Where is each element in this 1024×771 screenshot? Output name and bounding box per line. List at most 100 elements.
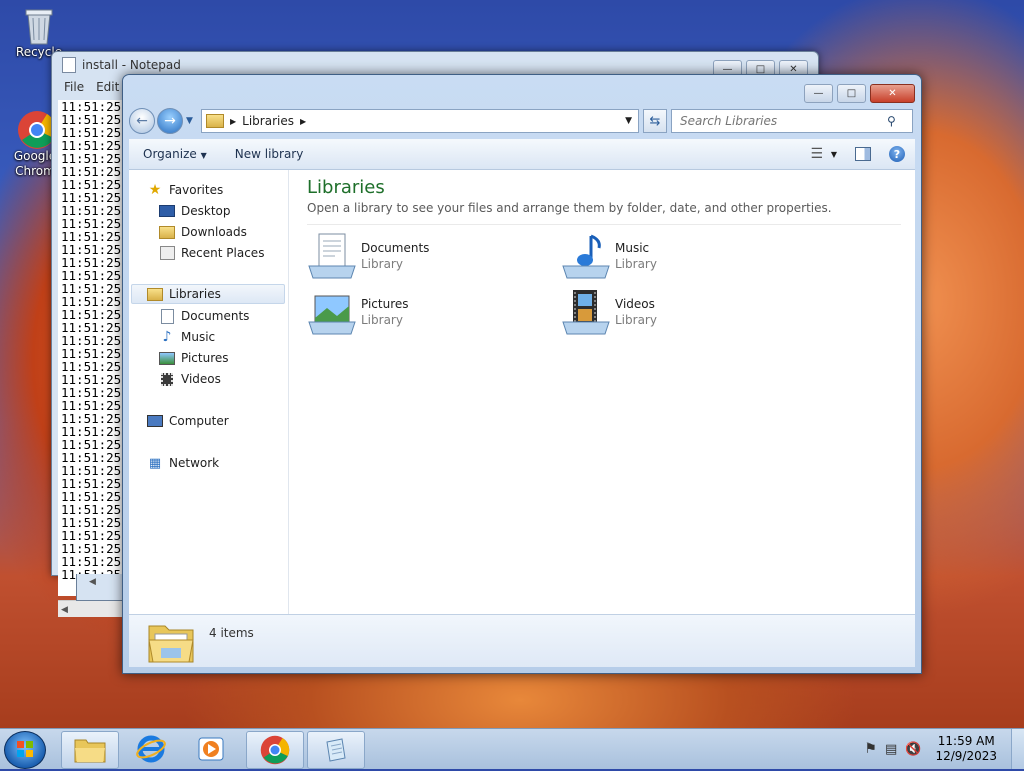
pictures-icon [159,350,175,366]
music-library-icon [562,234,610,279]
nav-recent-places[interactable]: Recent Places [159,243,264,263]
library-music[interactable]: Music Library [561,232,657,280]
explorer-content: ★ Favorites Desktop Downloads Recent Pla… [129,170,915,614]
breadcrumb-separator-icon[interactable]: ▶ [300,117,306,126]
notepad-menubar: File Edit [58,80,119,100]
explorer-window[interactable]: — □ ✕ ← → ▼ ▶ Libraries ▶ ▼ ⇆ ⚲ Organize… [122,74,922,674]
nav-label: Downloads [181,225,247,239]
videos-library-icon [562,290,610,335]
page-description: Open a library to see your files and arr… [307,201,832,215]
nav-music[interactable]: ♪ Music [159,327,216,347]
notepad-icon [326,738,346,762]
menu-file[interactable]: File [64,80,84,100]
desktop-icon [159,203,175,219]
nav-label: Network [169,456,220,470]
item-count: 4 items [209,626,254,640]
nav-label: Computer [169,414,229,428]
background-window-edge: ◀ [76,574,124,601]
scroll-left-icon[interactable]: ◀ [61,605,68,615]
preview-pane-button[interactable] [855,147,871,161]
recent-pages-dropdown-icon[interactable]: ▼ [186,116,193,126]
taskbar-chrome[interactable] [246,731,304,769]
nav-computer[interactable]: Computer [147,411,229,431]
library-name: Videos [615,297,655,311]
library-videos[interactable]: Videos Library [561,288,657,336]
divider [307,224,901,225]
change-view-button[interactable]: ☰ [810,146,823,162]
address-row: ← → ▼ ▶ Libraries ▶ ▼ ⇆ ⚲ [129,107,915,135]
notepad-icon [62,57,76,73]
explorer-window-controls: — □ ✕ [804,84,915,103]
nav-label: Videos [181,372,221,386]
address-dropdown-icon[interactable]: ▼ [625,116,632,126]
nav-libraries[interactable]: Libraries [131,284,285,304]
nav-pictures[interactable]: Pictures [159,348,229,368]
maximize-button[interactable]: □ [837,84,866,103]
taskbar-media-player[interactable] [195,733,227,765]
nav-downloads[interactable]: Downloads [159,222,247,242]
view-options-dropdown-icon[interactable]: ▼ [831,150,837,159]
chrome-icon [17,110,56,149]
nav-favorites[interactable]: ★ Favorites [147,180,224,200]
arrow-right-icon: → [164,113,176,129]
breadcrumb-libraries[interactable]: Libraries [242,114,294,128]
chrome-icon [260,735,290,765]
documents-icon [159,308,175,324]
nav-label: Recent Places [181,246,265,260]
nav-videos[interactable]: Videos [159,369,221,389]
nav-label: Documents [181,309,250,323]
start-button[interactable] [4,731,46,769]
notepad-text-area[interactable]: 11:51:25 11:51:25 11:51:25 11:51:25 11:51:25… [58,100,131,596]
help-button[interactable]: ? [889,146,905,162]
library-pictures[interactable]: Pictures Library [307,288,409,336]
breadcrumb-separator-icon[interactable]: ▶ [230,117,236,126]
organize-button[interactable]: Organize ▼ [129,147,221,161]
minimize-button[interactable]: — [804,84,833,103]
navigation-pane[interactable]: ★ Favorites Desktop Downloads Recent Pla… [129,170,289,614]
search-box[interactable]: ⚲ [671,109,913,133]
menu-edit[interactable]: Edit [96,80,119,100]
volume-muted-icon[interactable]: 🔇 [905,742,921,757]
horizontal-scrollbar[interactable]: ◀ [58,600,128,617]
nav-label: Libraries [169,287,221,301]
scroll-left-icon[interactable]: ◀ [89,577,96,587]
refresh-button[interactable]: ⇆ [643,109,667,133]
show-desktop-button[interactable] [1011,729,1024,769]
action-center-flag-icon[interactable]: ⚑ [864,741,877,757]
computer-icon [147,413,163,429]
recycle-bin-icon [21,6,57,45]
media-player-icon [198,737,224,761]
libraries-icon [147,286,163,302]
new-library-button[interactable]: New library [221,147,318,161]
taskbar-internet-explorer[interactable] [135,733,167,765]
library-documents[interactable]: Documents Library [307,232,429,280]
nav-documents[interactable]: Documents [159,306,249,326]
library-type: Library [361,257,403,271]
back-button[interactable]: ← [129,108,155,134]
nav-network[interactable]: ▦ Network [147,453,219,473]
forward-button[interactable]: → [157,108,183,134]
system-tray: ⚑ ▤ 🔇 11:59 AM 12/9/2023 [860,729,1024,769]
nav-desktop[interactable]: Desktop [159,201,231,221]
windows-logo-icon [17,741,33,757]
chevron-down-icon: ▼ [200,151,207,160]
search-input[interactable] [678,113,887,129]
library-type: Library [615,257,657,271]
refresh-icon: ⇆ [649,113,661,129]
clock[interactable]: 11:59 AM 12/9/2023 [935,734,997,764]
search-icon[interactable]: ⚲ [887,114,896,128]
clock-time: 11:59 AM [937,734,995,748]
details-pane: 4 items [129,614,915,667]
libraries-folder-icon [206,114,224,128]
taskbar-notepad[interactable] [307,731,365,769]
close-button[interactable]: ✕ [870,84,915,103]
downloads-folder-icon [159,224,175,240]
address-bar[interactable]: ▶ Libraries ▶ ▼ [201,109,639,133]
documents-library-icon [308,233,356,279]
notepad-title: install - Notepad [82,58,181,72]
taskbar-explorer[interactable] [61,731,119,769]
network-status-icon[interactable]: ▤ [885,742,897,757]
libraries-folder-icon [148,625,194,663]
nav-label: Favorites [169,183,224,197]
library-name: Pictures [361,297,409,311]
